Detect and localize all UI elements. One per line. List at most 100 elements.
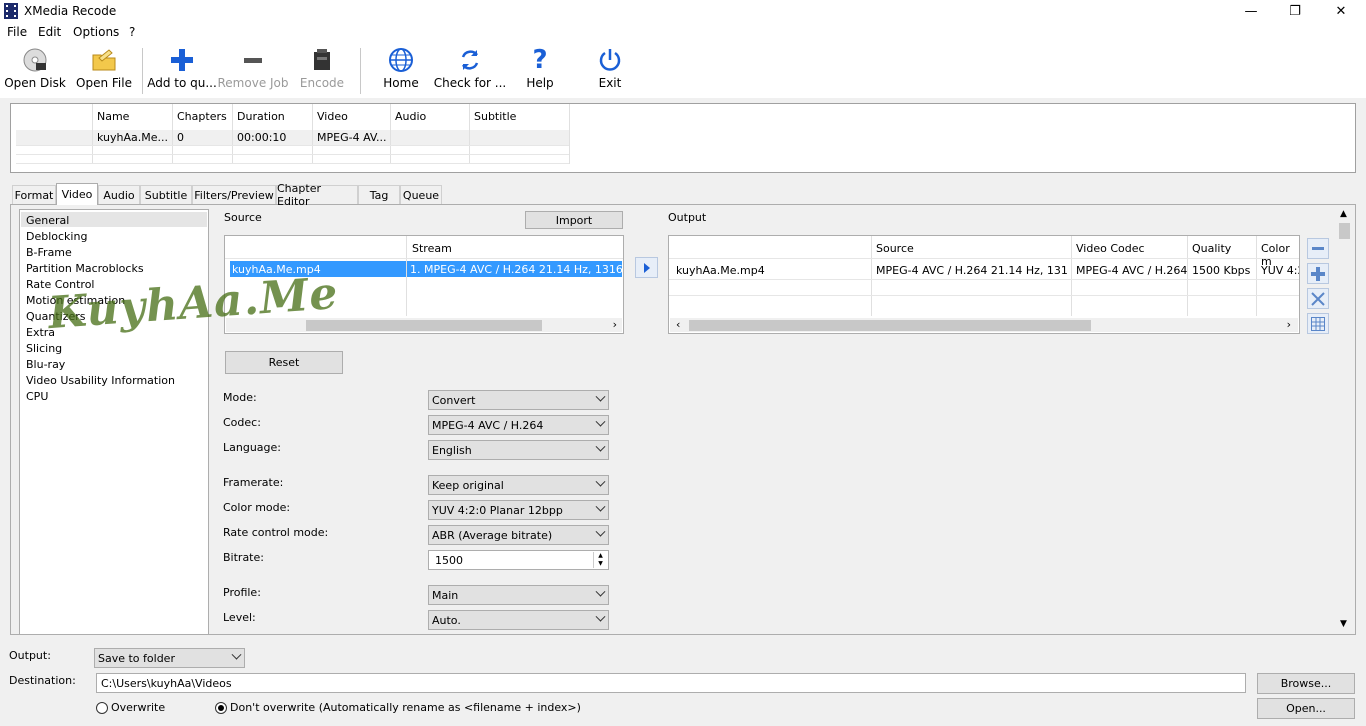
reset-button[interactable]: Reset: [225, 351, 343, 374]
menu-help[interactable]: ?: [129, 25, 135, 39]
disc-icon: [22, 46, 48, 74]
nav-item-vui[interactable]: Video Usability Information: [26, 374, 175, 387]
source-row-stream[interactable]: 1. MPEG-4 AVC / H.264 21.14 Hz, 1316 x 6: [407, 261, 622, 277]
import-button[interactable]: Import: [525, 211, 623, 229]
exit-button[interactable]: Exit: [592, 46, 628, 96]
settings-nav-list[interactable]: General Deblocking B-Frame Partition Mac…: [19, 209, 209, 635]
remove-job-button[interactable]: Remove Job: [218, 46, 289, 96]
nav-item-deblocking[interactable]: Deblocking: [26, 230, 87, 243]
tab-format[interactable]: Format: [12, 185, 56, 204]
column-header-video-codec[interactable]: Video Codec: [1076, 242, 1145, 255]
column-header-video[interactable]: Video: [317, 110, 348, 123]
dont-overwrite-radio[interactable]: [215, 702, 227, 714]
tab-chapter-editor[interactable]: Chapter Editor: [276, 182, 358, 208]
file-list-table[interactable]: Name Chapters Duration Video Audio Subti…: [10, 103, 1356, 173]
chevron-down-icon: [595, 501, 606, 512]
maximize-button[interactable]: ❐: [1272, 0, 1318, 23]
chevron-down-icon: [595, 526, 606, 537]
chevron-down-icon: [595, 416, 606, 427]
overwrite-label[interactable]: Overwrite: [111, 701, 165, 714]
nav-item-slicing[interactable]: Slicing: [26, 342, 62, 355]
scroll-thumb[interactable]: [306, 320, 542, 331]
scroll-right-icon[interactable]: ›: [1287, 318, 1291, 331]
encode-button[interactable]: Encode: [298, 46, 346, 96]
nav-item-cpu[interactable]: CPU: [26, 390, 48, 403]
menu-file[interactable]: File: [7, 25, 27, 39]
scroll-thumb[interactable]: [1339, 223, 1350, 239]
overwrite-radio[interactable]: [96, 702, 108, 714]
scroll-right-icon[interactable]: ›: [613, 318, 617, 331]
column-header-duration[interactable]: Duration: [237, 110, 285, 123]
spin-arrows-icon[interactable]: ▲ ▼: [593, 552, 607, 568]
add-stream-arrow-button[interactable]: [635, 257, 658, 278]
scroll-up-icon[interactable]: ▲: [1340, 209, 1347, 219]
output-stream-table[interactable]: Source Video Codec Quality Color m kuyhA…: [668, 235, 1300, 334]
scroll-down-icon[interactable]: ▼: [1340, 619, 1347, 629]
profile-select[interactable]: Main: [428, 585, 609, 605]
home-button[interactable]: Home: [380, 46, 422, 96]
column-header-quality[interactable]: Quality: [1192, 242, 1231, 255]
minimize-button[interactable]: —: [1228, 0, 1274, 23]
dont-overwrite-label[interactable]: Don't overwrite (Automatically rename as…: [230, 701, 581, 714]
menu-options[interactable]: Options: [73, 25, 119, 39]
browse-button[interactable]: Browse...: [1257, 673, 1355, 694]
open-file-button[interactable]: Open File: [76, 46, 132, 96]
mode-select[interactable]: Convert: [428, 390, 609, 410]
codec-select[interactable]: MPEG-4 AVC / H.264: [428, 415, 609, 435]
bitrate-spinbox[interactable]: 1500 ▲ ▼: [428, 550, 609, 570]
tab-queue[interactable]: Queue: [400, 185, 442, 204]
grid-stream-button[interactable]: [1307, 313, 1329, 334]
rate-control-mode-select[interactable]: ABR (Average bitrate): [428, 525, 609, 545]
title-bar: XMedia Recode — ❐ ✕: [0, 0, 1366, 23]
scroll-thumb[interactable]: [689, 320, 1091, 331]
close-button[interactable]: ✕: [1318, 0, 1364, 23]
minus-icon: [1312, 246, 1324, 250]
nav-item-b-frame[interactable]: B-Frame: [26, 246, 72, 259]
remove-stream-button[interactable]: [1307, 238, 1329, 259]
column-header-chapters[interactable]: Chapters: [177, 110, 227, 123]
column-header-subtitle[interactable]: Subtitle: [474, 110, 516, 123]
tab-subtitle[interactable]: Subtitle: [140, 185, 192, 204]
output-cell-quality[interactable]: 1500 Kbps: [1192, 264, 1250, 277]
column-header-name[interactable]: Name: [97, 110, 129, 123]
language-select[interactable]: English: [428, 440, 609, 460]
open-folder-button[interactable]: Open...: [1257, 698, 1355, 719]
nav-item-partition-macroblocks[interactable]: Partition Macroblocks: [26, 262, 144, 275]
scroll-left-icon[interactable]: ‹: [676, 318, 680, 331]
output-cell-source[interactable]: MPEG-4 AVC / H.264 21.14 Hz, 1316...: [876, 264, 1068, 277]
add-to-queue-button[interactable]: Add to qu...: [147, 46, 217, 96]
menu-edit[interactable]: Edit: [38, 25, 61, 39]
tab-video[interactable]: Video: [56, 183, 98, 205]
open-disk-button[interactable]: Open Disk: [4, 46, 66, 96]
cell-chapters[interactable]: 0: [177, 131, 184, 144]
output-cell-color-mode[interactable]: YUV 4:2: [1261, 264, 1299, 277]
output-cell-video-codec[interactable]: MPEG-4 AVC / H.264: [1076, 264, 1187, 277]
help-button[interactable]: ? Help: [522, 45, 558, 96]
cell-duration[interactable]: 00:00:10: [237, 131, 286, 144]
tab-audio[interactable]: Audio: [98, 185, 140, 204]
add-stream-button[interactable]: [1307, 263, 1329, 284]
nav-item-general[interactable]: General: [26, 214, 69, 227]
output-hscroll[interactable]: ‹ ›: [670, 318, 1298, 332]
check-for-updates-button[interactable]: Check for ...: [434, 46, 506, 96]
delete-stream-button[interactable]: [1307, 288, 1329, 309]
color-mode-select[interactable]: YUV 4:2:0 Planar 12bpp: [428, 500, 609, 520]
framerate-label: Framerate:: [223, 476, 284, 489]
cell-video[interactable]: MPEG-4 AV...: [317, 131, 386, 144]
nav-item-blu-ray[interactable]: Blu-ray: [26, 358, 65, 371]
tab-filters-preview[interactable]: Filters/Preview: [192, 185, 276, 204]
color-mode-label: Color mode:: [223, 501, 291, 514]
cell-name[interactable]: kuyhAa.Me...: [97, 131, 168, 144]
destination-path-input[interactable]: C:\Users\kuyhAa\Videos: [96, 673, 1246, 693]
column-header-stream[interactable]: Stream: [412, 242, 452, 255]
column-header-source[interactable]: Source: [876, 242, 914, 255]
window-title: XMedia Recode: [24, 4, 117, 18]
level-select[interactable]: Auto.: [428, 610, 609, 630]
column-header-audio[interactable]: Audio: [395, 110, 426, 123]
level-label: Level:: [223, 611, 256, 624]
output-cell-file[interactable]: kuyhAa.Me.mp4: [676, 264, 765, 277]
tab-tag[interactable]: Tag: [358, 185, 400, 204]
output-mode-select[interactable]: Save to folder: [94, 648, 245, 668]
panel-vscroll[interactable]: ▲ ▼: [1336, 207, 1352, 633]
framerate-select[interactable]: Keep original: [428, 475, 609, 495]
